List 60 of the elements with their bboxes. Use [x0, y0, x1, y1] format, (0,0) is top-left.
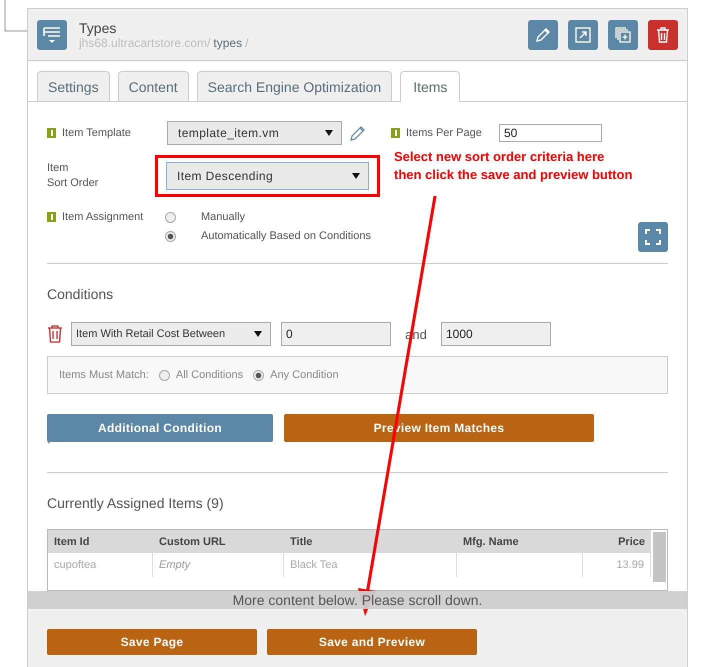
- page-type-icon: [37, 20, 67, 50]
- edit-button[interactable]: [528, 20, 558, 50]
- option-label[interactable]: Automatically Based on Conditions: [201, 230, 371, 242]
- radio-button[interactable]: [158, 370, 170, 380]
- field-label: Items Per Page: [406, 127, 482, 139]
- copy-button[interactable]: [608, 20, 638, 50]
- scrollbar[interactable]: [653, 532, 666, 582]
- column-header[interactable]: Title: [284, 536, 457, 548]
- pencil-icon[interactable]: [349, 124, 367, 142]
- to-field[interactable]: 1000: [441, 322, 551, 346]
- column-header[interactable]: Mfg. Name: [457, 536, 583, 548]
- match-label: Items Must Match:: [59, 369, 149, 381]
- delete-button[interactable]: [648, 20, 678, 50]
- fullscreen-button[interactable]: [638, 222, 668, 252]
- save-button[interactable]: Save and Preview: [267, 629, 477, 655]
- template-select[interactable]: template_item.vm: [167, 121, 342, 145]
- table-cell: Black Tea: [284, 553, 457, 577]
- field-label: Item Assignment: [62, 211, 144, 223]
- items-per-page-field[interactable]: 50: [499, 124, 602, 142]
- breadcrumb-link[interactable]: types: [213, 36, 242, 50]
- section-title: Currently Assigned Items (9): [47, 495, 225, 511]
- external-link-icon: [574, 26, 592, 44]
- tab[interactable]: Content: [118, 71, 189, 101]
- condition-select[interactable]: Item With Retail Cost Between: [71, 322, 271, 346]
- table-cell: Empty: [153, 553, 284, 577]
- from-field[interactable]: 0: [281, 322, 391, 346]
- preview-button[interactable]: Preview Item Matches: [284, 414, 594, 442]
- field-label: Item: [47, 161, 70, 176]
- sort-order-select[interactable]: Item Descending: [166, 162, 369, 190]
- section-title: Conditions: [47, 286, 114, 302]
- radio-button[interactable]: [165, 230, 176, 242]
- field-label: Sort Order: [47, 176, 100, 191]
- table-cell: cupoftea: [48, 553, 153, 577]
- trash-icon[interactable]: [47, 325, 63, 343]
- page-title: Types: [79, 20, 118, 36]
- radio-button[interactable]: [253, 370, 264, 380]
- fullscreen-icon: [645, 229, 661, 245]
- annotation-text: then click the save and preview button: [394, 166, 632, 184]
- scroll-notice: More content below. Please scroll down.: [28, 591, 687, 609]
- column-header[interactable]: Price: [583, 536, 651, 548]
- copy-icon: [614, 26, 632, 44]
- save-button[interactable]: Save Page: [47, 629, 257, 655]
- additional-condition-button[interactable]: Additional Condition: [47, 414, 273, 442]
- trash-icon: [654, 26, 672, 44]
- radio-button[interactable]: [165, 212, 176, 222]
- caret-icon: [325, 130, 333, 136]
- caret-icon: [254, 331, 262, 337]
- stray-mark: `: [47, 442, 52, 452]
- annotation-text: Select new sort order criteria here: [394, 148, 606, 166]
- pencil-icon: [534, 26, 552, 44]
- column-header[interactable]: Custom URL: [153, 536, 284, 548]
- open-button[interactable]: [568, 20, 598, 50]
- caret-icon: [352, 173, 360, 179]
- field-label: Item Template: [62, 127, 131, 139]
- option-label[interactable]: Manually: [201, 211, 246, 223]
- column-header[interactable]: Item Id: [48, 536, 153, 548]
- tab[interactable]: Settings: [37, 71, 110, 101]
- tab[interactable]: Search Engine Optimization: [196, 71, 392, 101]
- table-cell: 13.99: [583, 553, 651, 577]
- tab[interactable]: Items: [400, 71, 460, 102]
